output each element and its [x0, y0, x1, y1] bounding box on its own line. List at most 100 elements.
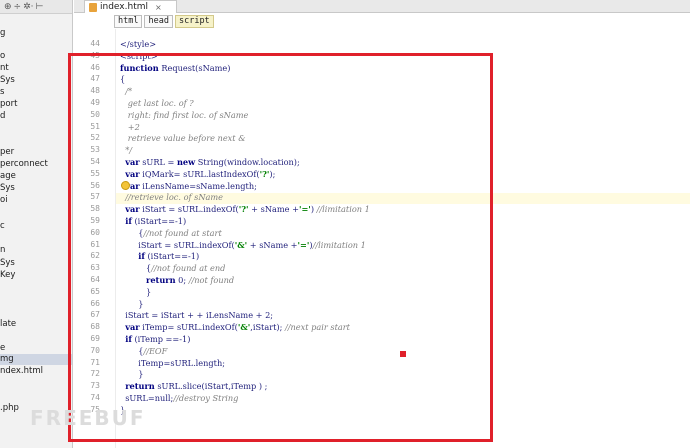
code-line: /*: [120, 86, 133, 96]
code-line: if (iStart==-1): [138, 251, 200, 261]
line-number: 64: [90, 275, 100, 284]
tree-item[interactable]: port: [0, 99, 72, 110]
tree-item[interactable]: e: [0, 343, 72, 354]
line-number: 58: [90, 204, 100, 213]
project-tree-panel: ⊕ ÷ ✲· ⊢ g o nt Sys s port d per perconn…: [0, 0, 73, 448]
project-toolbar: ⊕ ÷ ✲· ⊢: [0, 0, 72, 14]
tree-item[interactable]: o: [0, 51, 72, 62]
tab-index-html[interactable]: index.html ×: [84, 0, 177, 13]
tree-item[interactable]: c: [0, 221, 72, 232]
tree-item[interactable]: Key: [0, 270, 72, 281]
code-line: var sURL = new String(window.location);: [125, 157, 300, 167]
tree-item[interactable]: d: [0, 111, 72, 122]
editor-tab-bar: index.html ×: [74, 0, 690, 13]
line-number: 54: [90, 157, 100, 166]
code-line: {//not found at start: [120, 228, 222, 238]
code-line: }: [120, 299, 144, 309]
code-line: </style>: [120, 39, 157, 49]
line-number: 61: [90, 240, 100, 249]
line-number: 68: [90, 322, 100, 331]
line-number: 51: [90, 122, 100, 131]
line-number: 71: [90, 358, 100, 367]
tree-item[interactable]: Sys: [0, 258, 72, 269]
code-line: {: [120, 74, 126, 84]
html-file-icon: [89, 2, 97, 12]
tree-item[interactable]: perconnect: [0, 159, 72, 170]
line-number: 72: [90, 369, 100, 378]
code-line: var iStart = sURL.indexOf('?' + sName +'…: [125, 204, 370, 214]
breadcrumb-item-html[interactable]: html: [114, 15, 143, 28]
tree-item[interactable]: nt: [0, 63, 72, 74]
code-line: iStart = sURL.indexOf('&' + sName +'=')/…: [120, 240, 366, 250]
line-number: 56: [90, 181, 100, 190]
code-line: iStart = iStart + + iLensName + 2;: [120, 310, 274, 320]
code-line: }: [120, 369, 144, 379]
code-line: if (iTemp ==-1): [125, 334, 191, 344]
code-line: iTemp=sURL.length;: [120, 358, 225, 368]
code-line: var iQMark= sURL.lastIndexOf('?');: [125, 169, 276, 179]
line-number: 52: [90, 133, 100, 142]
line-number: 62: [90, 251, 100, 260]
code-line: {//EOF: [120, 346, 168, 356]
code-line: return sURL.slice(iStart,iTemp ) ;: [125, 381, 268, 391]
line-number: 48: [90, 86, 100, 95]
tab-label: index.html: [100, 2, 148, 12]
line-number: 69: [90, 334, 100, 343]
lightbulb-icon[interactable]: [121, 181, 130, 190]
globe-icon[interactable]: ⊕: [4, 1, 12, 13]
line-number: 44: [90, 39, 100, 48]
code-line: retrieve value before next &: [120, 133, 246, 143]
code-line: return 0; //not found: [146, 275, 235, 285]
line-number: 73: [90, 381, 100, 390]
gear-icon[interactable]: ✲·: [23, 1, 33, 13]
tree-item[interactable]: n: [0, 245, 72, 256]
line-number: 57: [90, 192, 100, 201]
tree-item[interactable]: g: [0, 28, 72, 39]
line-number: 65: [90, 287, 100, 296]
code-line: }: [120, 287, 152, 297]
code-line: get last loc. of ?: [120, 98, 194, 108]
code-line: if (iStart==-1): [125, 216, 187, 226]
line-number: 66: [90, 299, 100, 308]
breadcrumb-item-head[interactable]: head: [144, 15, 173, 28]
tree-item[interactable]: s: [0, 87, 72, 98]
line-number: 60: [90, 228, 100, 237]
tree-item[interactable]: Sys: [0, 75, 72, 86]
line-number: 59: [90, 216, 100, 225]
line-number: 63: [90, 263, 100, 272]
code-line: +2: [120, 122, 140, 132]
line-number: 55: [90, 169, 100, 178]
watermark: FREEBUF: [30, 406, 146, 430]
line-number: 46: [90, 63, 100, 72]
tree-item[interactable]: late: [0, 319, 72, 330]
code-line: right: find first loc. of sName: [120, 110, 249, 120]
code-line: {//not found at end: [120, 263, 226, 273]
code-line: function Request(sName): [120, 63, 231, 73]
close-icon[interactable]: ×: [155, 3, 162, 12]
breadcrumb-item-script[interactable]: script: [174, 15, 214, 28]
code-line: */: [120, 145, 133, 155]
collapse-icon[interactable]: ⊢: [36, 1, 44, 13]
line-number: 49: [90, 98, 100, 107]
tree-item[interactable]: oi: [0, 195, 72, 206]
tree-item[interactable]: per: [0, 147, 72, 158]
line-number: 74: [90, 393, 100, 402]
line-number: 45: [90, 51, 100, 60]
line-number: 67: [90, 310, 100, 319]
gutter-separator: [115, 29, 116, 448]
line-number: 53: [90, 145, 100, 154]
code-line: //retrieve loc. of sName: [125, 192, 223, 202]
tree-item[interactable]: age: [0, 171, 72, 182]
code-line: var iLensName=sName.length;: [125, 181, 257, 191]
tree-item[interactable]: Sys: [0, 183, 72, 194]
tree-item-selected[interactable]: mg: [0, 354, 72, 365]
line-number: 47: [90, 74, 100, 83]
tree-item[interactable]: ndex.html: [0, 366, 72, 377]
split-icon[interactable]: ÷: [14, 1, 22, 13]
breadcrumb: html head script: [114, 15, 214, 29]
code-line: var iTemp= sURL.indexOf('&',iStart); //n…: [125, 322, 350, 332]
line-number: 50: [90, 110, 100, 119]
red-marker: [400, 351, 406, 357]
code-line: <script>: [120, 51, 158, 61]
line-number: 70: [90, 346, 100, 355]
